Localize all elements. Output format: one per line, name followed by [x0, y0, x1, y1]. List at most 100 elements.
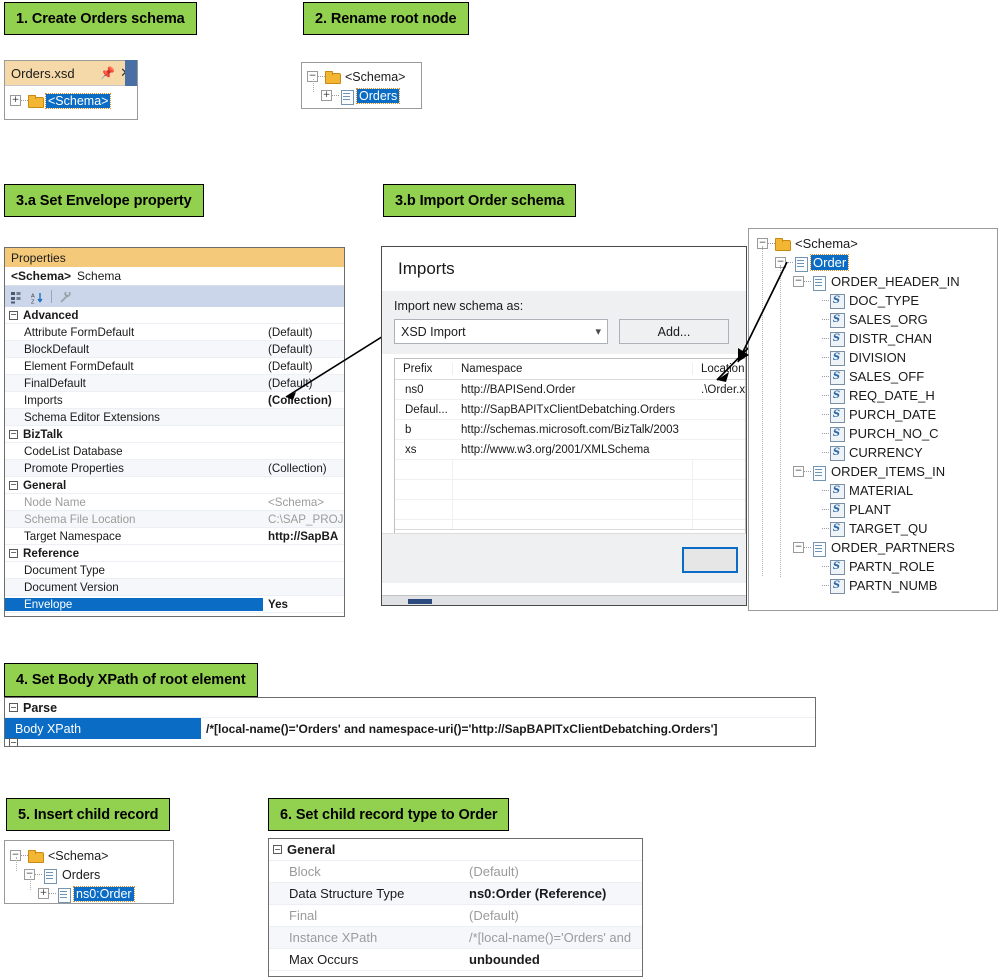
tree-node[interactable]: DISTR_CHAN: [757, 329, 997, 348]
property-group-general[interactable]: − General: [5, 477, 344, 494]
categorized-icon[interactable]: [11, 291, 24, 303]
property-row[interactable]: Document Type: [5, 562, 344, 579]
scrollbar-thumb[interactable]: [408, 599, 432, 604]
ok-button[interactable]: [682, 547, 738, 573]
table-row-empty[interactable]: [395, 460, 745, 480]
property-row[interactable]: CodeList Database: [5, 443, 344, 460]
add-button[interactable]: Add...: [619, 319, 729, 344]
tree-node[interactable]: − ORDER_HEADER_IN: [757, 272, 997, 291]
property-value: ns0:Order (Reference): [469, 886, 607, 901]
tree-node[interactable]: PURCH_NO_C: [757, 424, 997, 443]
tree-node[interactable]: − ORDER_PARTNERS: [757, 538, 997, 557]
table-row[interactable]: ns0 http://BAPISend.Order .\Order.xsd: [395, 380, 745, 400]
property-name: Instance XPath: [289, 930, 378, 945]
property-row[interactable]: Promote Properties (Collection): [5, 460, 344, 477]
column-header-prefix[interactable]: Prefix: [395, 363, 453, 375]
collapse-icon[interactable]: −: [9, 548, 18, 558]
expander-icon[interactable]: −: [793, 466, 804, 477]
tree-connector: [21, 100, 28, 101]
expander-icon[interactable]: +: [321, 90, 332, 101]
expander-icon[interactable]: +: [38, 888, 49, 899]
property-group-reference[interactable]: − Reference: [5, 545, 344, 562]
tree-node[interactable]: − <Schema>: [757, 234, 997, 253]
tree-node[interactable]: MATERIAL: [757, 481, 997, 500]
property-row-body-xpath[interactable]: Body XPath /*[local-name()='Orders' and …: [5, 718, 815, 739]
column-header-namespace[interactable]: Namespace: [453, 363, 693, 375]
tree-node[interactable]: + Orders: [307, 86, 421, 105]
property-row[interactable]: Block (Default): [269, 861, 642, 883]
document-tab[interactable]: Orders.xsd 📌 ✕: [5, 61, 137, 86]
tree-node[interactable]: + <Schema>: [10, 91, 137, 110]
tree-node[interactable]: − ORDER_ITEMS_IN: [757, 462, 997, 481]
import-as-select[interactable]: XSD Import ▾: [394, 319, 608, 344]
property-pages-icon[interactable]: [59, 289, 73, 303]
property-row[interactable]: Node Name <Schema>: [5, 494, 344, 511]
tree-node[interactable]: REQ_DATE_H: [757, 386, 997, 405]
pin-icon[interactable]: 📌: [100, 66, 120, 80]
property-name: Schema Editor Extensions: [24, 410, 160, 424]
property-row[interactable]: Envelope Yes: [5, 596, 344, 613]
collapse-icon[interactable]: −: [9, 738, 18, 746]
table-row[interactable]: xs http://www.w3.org/2001/XMLSchema: [395, 440, 745, 460]
table-row[interactable]: Defaul... http://SapBAPITxClientDebatchin…: [395, 400, 745, 420]
tree-node[interactable]: PARTN_NUMB: [757, 576, 997, 595]
table-row-empty[interactable]: [395, 480, 745, 500]
tree-node[interactable]: CURRENCY: [757, 443, 997, 462]
property-group-parse[interactable]: − Parse: [5, 698, 815, 718]
property-value: C:\SAP_PROJE: [268, 512, 344, 526]
tab-strip-accent: [125, 60, 137, 86]
property-group-next-partial: −: [5, 738, 815, 746]
table-row-empty[interactable]: [395, 500, 745, 520]
tree-node-label: ORDER_HEADER_IN: [831, 274, 960, 289]
property-row[interactable]: Document Version: [5, 579, 344, 596]
tree-node[interactable]: PLANT: [757, 500, 997, 519]
property-row[interactable]: Max Occurs unbounded: [269, 949, 642, 971]
tree-node[interactable]: SALES_OFF: [757, 367, 997, 386]
collapse-icon[interactable]: −: [9, 703, 18, 712]
collapse-icon[interactable]: −: [9, 480, 18, 490]
field-icon: [829, 388, 845, 404]
field-icon: [829, 407, 845, 423]
dialog-bottom-scrollbar[interactable]: [382, 595, 746, 605]
tree-node[interactable]: − <Schema>: [10, 846, 173, 865]
table-row[interactable]: b http://schemas.microsoft.com/BizTalk/20…: [395, 420, 745, 440]
tree-node[interactable]: + ns0:Order: [10, 884, 173, 903]
folder-icon: [28, 94, 44, 108]
tree-node[interactable]: SALES_ORG: [757, 310, 997, 329]
step-5-label-text: 5. Insert child record: [18, 806, 159, 823]
expander-icon[interactable]: −: [793, 276, 804, 287]
expander-icon[interactable]: +: [10, 95, 21, 106]
tree-connector: [804, 281, 811, 282]
collapse-icon[interactable]: −: [273, 845, 282, 854]
tree-node[interactable]: TARGET_QU: [757, 519, 997, 538]
step-1-label: 1. Create Orders schema: [4, 2, 197, 35]
tree-node[interactable]: DIVISION: [757, 348, 997, 367]
field-icon: [829, 502, 845, 518]
property-value: (Default): [469, 908, 519, 923]
tree-node[interactable]: PARTN_ROLE: [757, 557, 997, 576]
property-group-advanced[interactable]: − Advanced: [5, 307, 344, 324]
imports-table: Prefix Namespace Location ns0 http://BAPI…: [394, 358, 746, 580]
property-row[interactable]: Target Namespace http://SapBA: [5, 528, 344, 545]
collapse-icon[interactable]: −: [9, 310, 18, 320]
tree-node[interactable]: DOC_TYPE: [757, 291, 997, 310]
chevron-down-icon[interactable]: ▾: [595, 325, 601, 338]
tree-connector: [822, 585, 829, 586]
properties-object-type: Schema: [77, 269, 122, 283]
tree-node[interactable]: − <Schema>: [307, 67, 421, 86]
property-row[interactable]: Data Structure Type ns0:Order (Reference): [269, 883, 642, 905]
property-row[interactable]: Schema File Location C:\SAP_PROJE: [5, 511, 344, 528]
step-2-label-text: 2. Rename root node: [315, 10, 457, 27]
property-group-general[interactable]: − General: [269, 839, 642, 861]
property-row[interactable]: Schema Editor Extensions: [5, 409, 344, 426]
property-row[interactable]: Instance XPath /*[local-name()='Orders' a…: [269, 927, 642, 949]
property-group-biztalk[interactable]: − BizTalk: [5, 426, 344, 443]
tree-node[interactable]: − Order: [757, 253, 997, 272]
properties-panel: Properties <Schema> Schema AZ − Advanced A…: [4, 247, 345, 617]
tree-node[interactable]: − Orders: [10, 865, 173, 884]
alphabetical-icon[interactable]: AZ: [31, 291, 44, 305]
property-row[interactable]: Final (Default): [269, 905, 642, 927]
expander-icon[interactable]: −: [793, 542, 804, 553]
tree-node[interactable]: PURCH_DATE: [757, 405, 997, 424]
collapse-icon[interactable]: −: [9, 429, 18, 439]
